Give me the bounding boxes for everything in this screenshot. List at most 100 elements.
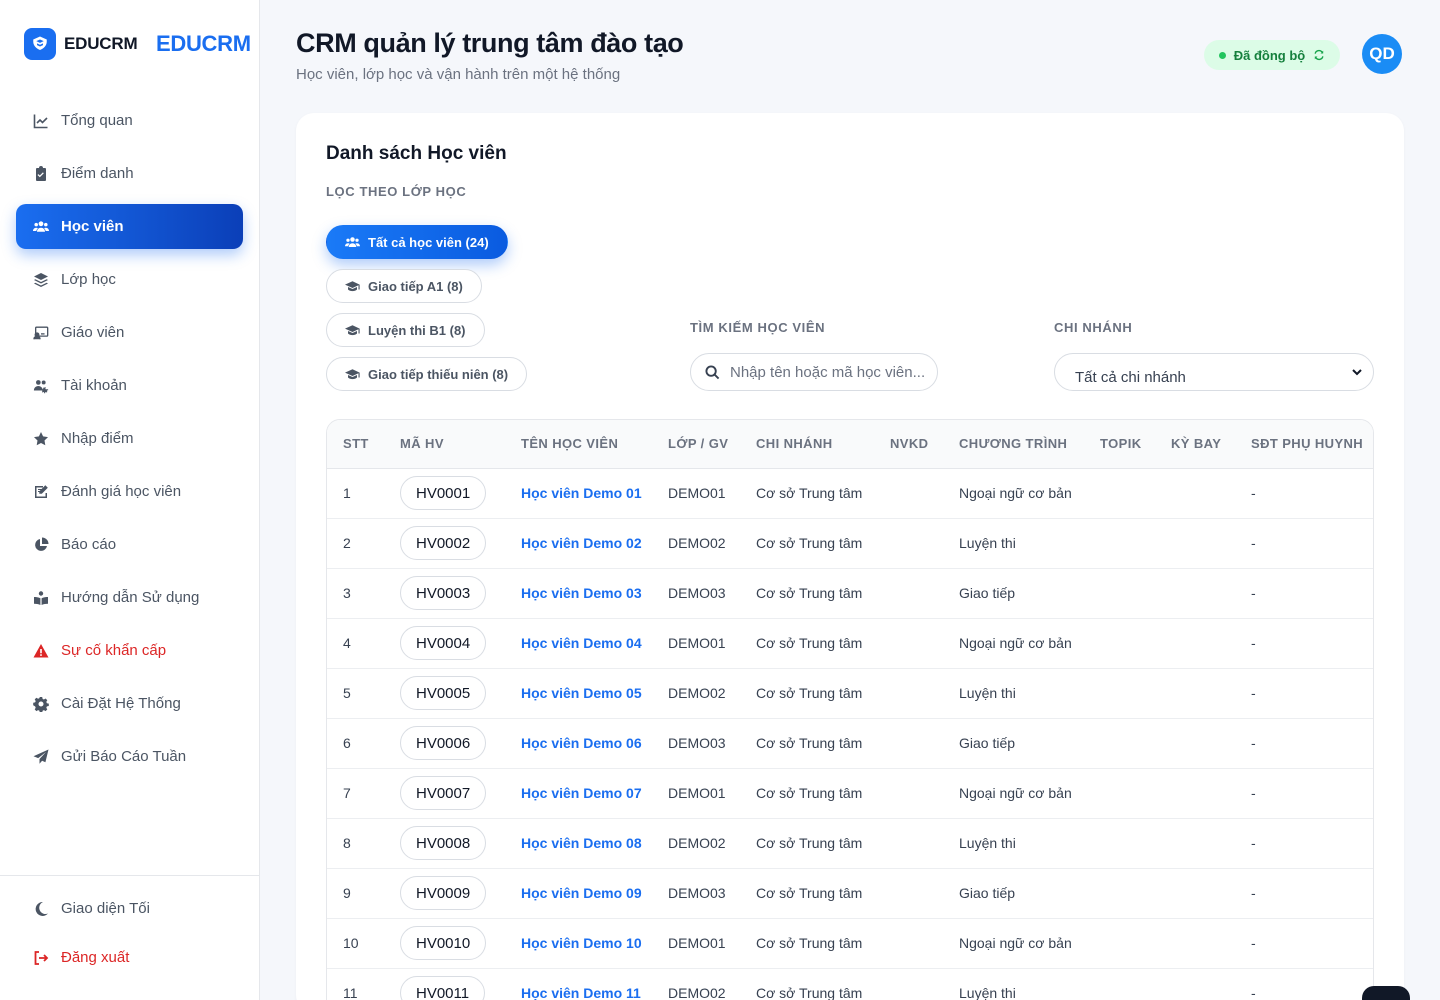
sidebar-item-label: Tài khoản bbox=[61, 377, 127, 394]
column-header-ky-bay[interactable]: KỲ BAY bbox=[1171, 420, 1251, 469]
student-code-badge[interactable]: HV0001 bbox=[400, 476, 487, 510]
column-header-lop-gv[interactable]: LỚP / GV bbox=[668, 420, 756, 469]
search-input[interactable] bbox=[730, 363, 930, 381]
sidebar-item-giao-vien[interactable]: Giáo viên bbox=[16, 310, 243, 355]
column-header-chi-nhanh[interactable]: CHI NHÁNH bbox=[756, 420, 890, 469]
cell-program: Ngoại ngữ cơ bản bbox=[959, 635, 1072, 651]
table-row[interactable]: 6 HV0006 Học viên Demo 06 DEMO03 Cơ sở Trung… bbox=[327, 718, 1373, 768]
cell-branch: Cơ sở Trung tâm bbox=[756, 685, 863, 701]
cell-class: DEMO03 bbox=[668, 885, 726, 901]
column-header-nvkd[interactable]: NVKD bbox=[890, 420, 959, 469]
filter-chip-luyen-thi-b1[interactable]: Luyện thi B1 (8) bbox=[326, 313, 485, 347]
sidebar-item-nhap-diem[interactable]: Nhập điểm bbox=[16, 416, 243, 461]
cell-nvkd bbox=[890, 968, 959, 1000]
layers-icon bbox=[34, 272, 48, 287]
sidebar-item-label: Học viên bbox=[61, 218, 124, 235]
student-name-link[interactable]: Học viên Demo 08 bbox=[521, 835, 642, 851]
graduation-cap-logo-icon bbox=[24, 28, 56, 60]
student-code-badge[interactable]: HV0005 bbox=[400, 676, 487, 710]
filter-chip-label: Giao tiếp A1 (8) bbox=[368, 278, 463, 294]
table-body: 1 HV0001 Học viên Demo 01 DEMO01 Cơ sở Trung… bbox=[327, 468, 1373, 1000]
sidebar-item-su-co-khan-cap[interactable]: Sự cố khẩn cấp bbox=[16, 628, 243, 673]
gear-icon bbox=[33, 696, 49, 712]
sidebar-item-diem-danh[interactable]: Điểm danh bbox=[16, 151, 243, 196]
cell-stt: 9 bbox=[343, 885, 351, 901]
student-code-badge[interactable]: HV0007 bbox=[400, 776, 487, 810]
student-name-link[interactable]: Học viên Demo 02 bbox=[521, 535, 642, 551]
cell-branch: Cơ sở Trung tâm bbox=[756, 985, 863, 1000]
cell-stt: 6 bbox=[343, 735, 351, 751]
avatar[interactable]: QD bbox=[1362, 34, 1402, 74]
table-row[interactable]: 4 HV0004 Học viên Demo 04 DEMO01 Cơ sở Trung… bbox=[327, 618, 1373, 668]
sidebar-item-danh-gia-hoc-vien[interactable]: Đánh giá học viên bbox=[16, 469, 243, 514]
column-header-sdt-phu-huynh[interactable]: SĐT PHỤ HUYNH bbox=[1251, 420, 1373, 469]
sidebar-item-tong-quan[interactable]: Tổng quan bbox=[16, 98, 243, 143]
sidebar-item-huong-dan[interactable]: Hướng dẫn Sử dụng bbox=[16, 575, 243, 620]
cell-branch: Cơ sở Trung tâm bbox=[756, 785, 863, 801]
filter-chip-all[interactable]: Tất cả học viên (24) bbox=[326, 225, 508, 259]
student-code-badge[interactable]: HV0011 bbox=[400, 976, 486, 1000]
sidebar-item-cai-dat-he-thong[interactable]: Cài Đặt Hệ Thống bbox=[16, 681, 243, 726]
filter-chip-giao-tiep-thieu-nien[interactable]: Giao tiếp thiếu niên (8) bbox=[326, 357, 528, 391]
sidebar-item-bao-cao[interactable]: Báo cáo bbox=[16, 522, 243, 567]
search-box[interactable] bbox=[690, 353, 938, 391]
student-name-link[interactable]: Học viên Demo 03 bbox=[521, 585, 642, 601]
cell-ky-bay bbox=[1171, 718, 1251, 768]
student-code-badge[interactable]: HV0008 bbox=[400, 826, 487, 860]
users-icon bbox=[33, 220, 49, 232]
column-header-stt[interactable]: STT bbox=[327, 420, 400, 469]
student-name-link[interactable]: Học viên Demo 06 bbox=[521, 735, 642, 751]
sidebar-item-label: Lớp học bbox=[61, 271, 116, 288]
star-icon bbox=[34, 431, 48, 445]
floating-action-button[interactable] bbox=[1362, 986, 1410, 1000]
table-row[interactable]: 9 HV0009 Học viên Demo 09 DEMO03 Cơ sở Trung… bbox=[327, 868, 1373, 918]
table-row[interactable]: 3 HV0003 Học viên Demo 03 DEMO03 Cơ sở Trung… bbox=[327, 568, 1373, 618]
student-name-link[interactable]: Học viên Demo 01 bbox=[521, 485, 642, 501]
student-code-badge[interactable]: HV0002 bbox=[400, 526, 487, 560]
student-code-badge[interactable]: HV0004 bbox=[400, 626, 487, 660]
student-code-badge[interactable]: HV0010 bbox=[400, 926, 487, 960]
student-name-link[interactable]: Học viên Demo 05 bbox=[521, 685, 642, 701]
table-row[interactable]: 10 HV0010 Học viên Demo 10 DEMO01 Cơ sở Trun… bbox=[327, 918, 1373, 968]
student-name-link[interactable]: Học viên Demo 04 bbox=[521, 635, 642, 651]
table-row[interactable]: 8 HV0008 Học viên Demo 08 DEMO02 Cơ sở Trung… bbox=[327, 818, 1373, 868]
cell-stt: 3 bbox=[343, 585, 351, 601]
sync-status-badge[interactable]: Đã đồng bộ bbox=[1204, 40, 1340, 70]
cell-topik bbox=[1100, 718, 1171, 768]
student-code-badge[interactable]: HV0006 bbox=[400, 726, 487, 760]
table-row[interactable]: 7 HV0007 Học viên Demo 07 DEMO01 Cơ sở Trung… bbox=[327, 768, 1373, 818]
student-name-link[interactable]: Học viên Demo 09 bbox=[521, 885, 642, 901]
cell-branch: Cơ sở Trung tâm bbox=[756, 885, 863, 901]
sidebar-item-label: Đánh giá học viên bbox=[61, 483, 182, 500]
student-name-link[interactable]: Học viên Demo 11 bbox=[521, 985, 641, 1000]
sidebar-item-lop-hoc[interactable]: Lớp học bbox=[16, 257, 243, 302]
filter-chip-giao-tiep-a1[interactable]: Giao tiếp A1 (8) bbox=[326, 269, 482, 303]
student-name-link[interactable]: Học viên Demo 10 bbox=[521, 935, 642, 951]
sidebar-item-gui-bao-cao-tuan[interactable]: Gửi Báo Cáo Tuần bbox=[16, 734, 243, 779]
brand[interactable]: EDUCRM bbox=[24, 28, 138, 60]
student-code-badge[interactable]: HV0009 bbox=[400, 876, 487, 910]
sidebar-item-label: Tổng quan bbox=[61, 112, 133, 129]
column-header-topik[interactable]: TOPIK bbox=[1100, 420, 1171, 469]
table-row[interactable]: 11 HV0011 Học viên Demo 11 DEMO02 Cơ sở Trun… bbox=[327, 968, 1373, 1000]
table-row[interactable]: 1 HV0001 Học viên Demo 01 DEMO01 Cơ sở Trung… bbox=[327, 468, 1373, 518]
logout-button[interactable]: Đăng xuất bbox=[16, 935, 243, 980]
branch-select[interactable]: Tất cả chi nhánh bbox=[1054, 353, 1374, 391]
sidebar-item-label: Giáo viên bbox=[61, 324, 125, 341]
student-code-badge[interactable]: HV0003 bbox=[400, 576, 487, 610]
sidebar-item-label: Cài Đặt Hệ Thống bbox=[61, 695, 181, 712]
table-row[interactable]: 2 HV0002 Học viên Demo 02 DEMO02 Cơ sở Trung… bbox=[327, 518, 1373, 568]
sidebar-divider bbox=[0, 875, 259, 876]
cell-nvkd bbox=[890, 718, 959, 768]
table-row[interactable]: 5 HV0005 Học viên Demo 05 DEMO02 Cơ sở Trung… bbox=[327, 668, 1373, 718]
column-header-ma-hv[interactable]: MÃ HV bbox=[400, 420, 521, 469]
sidebar-item-tai-khoan[interactable]: Tài khoản bbox=[16, 363, 243, 408]
cell-topik bbox=[1100, 668, 1171, 718]
column-header-chuong-trinh[interactable]: CHƯƠNG TRÌNH bbox=[959, 420, 1100, 469]
student-name-link[interactable]: Học viên Demo 07 bbox=[521, 785, 642, 801]
cell-topik bbox=[1100, 968, 1171, 1000]
column-header-ten-hoc-vien[interactable]: TÊN HỌC VIÊN bbox=[521, 420, 668, 469]
sidebar-item-hoc-vien[interactable]: Học viên bbox=[16, 204, 243, 249]
dark-mode-toggle[interactable]: Giao diện Tối bbox=[16, 886, 243, 931]
cell-program: Ngoại ngữ cơ bản bbox=[959, 935, 1072, 951]
